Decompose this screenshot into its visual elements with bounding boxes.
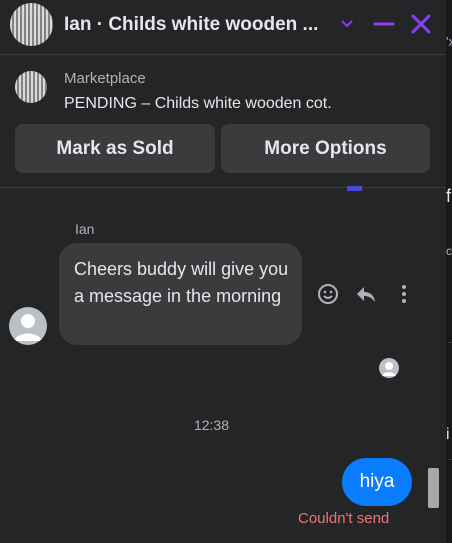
close-icon[interactable] [406,9,436,39]
send-error-text[interactable]: Couldn't send [298,510,389,527]
listing-thumbnail [15,71,47,103]
panel-divider [448,459,452,460]
panel-divider [448,342,452,343]
product-avatar[interactable] [10,3,53,46]
reply-icon[interactable] [354,282,378,306]
scrollbar-thumb[interactable] [428,468,439,508]
outgoing-message-bubble[interactable]: hiya [342,458,412,506]
panel-fragment: c [446,244,452,258]
avatar[interactable] [9,307,47,345]
chevron-down-icon[interactable] [332,9,362,39]
mark-as-sold-button[interactable]: Mark as Sold [15,124,215,173]
sender-name: Ian [75,221,95,237]
incoming-message-text: Cheers buddy will give you a message in … [74,259,289,306]
chat-title[interactable]: Ian · Childs white wooden ... [64,14,318,36]
chat-window: Ian · Childs white wooden ... Marketplac… [0,0,446,543]
message-timestamp: 12:38 [193,417,230,433]
react-emoji-icon[interactable] [316,282,340,306]
background-panel [446,0,452,543]
listing-status: PENDING – Childs white wooden cot. [64,95,332,112]
panel-fragment: i [446,426,450,443]
unread-indicator [347,186,362,191]
read-receipt-avatar [379,358,399,378]
minimize-icon[interactable] [369,9,399,39]
more-options-button[interactable]: More Options [221,124,430,173]
panel-fragment: f [446,186,452,206]
marketplace-label: Marketplace [64,70,146,87]
chat-header: Ian · Childs white wooden ... [0,0,446,55]
banner-divider [0,187,446,188]
more-options-icon[interactable] [392,282,416,306]
panel-fragment: 'x [446,34,452,49]
